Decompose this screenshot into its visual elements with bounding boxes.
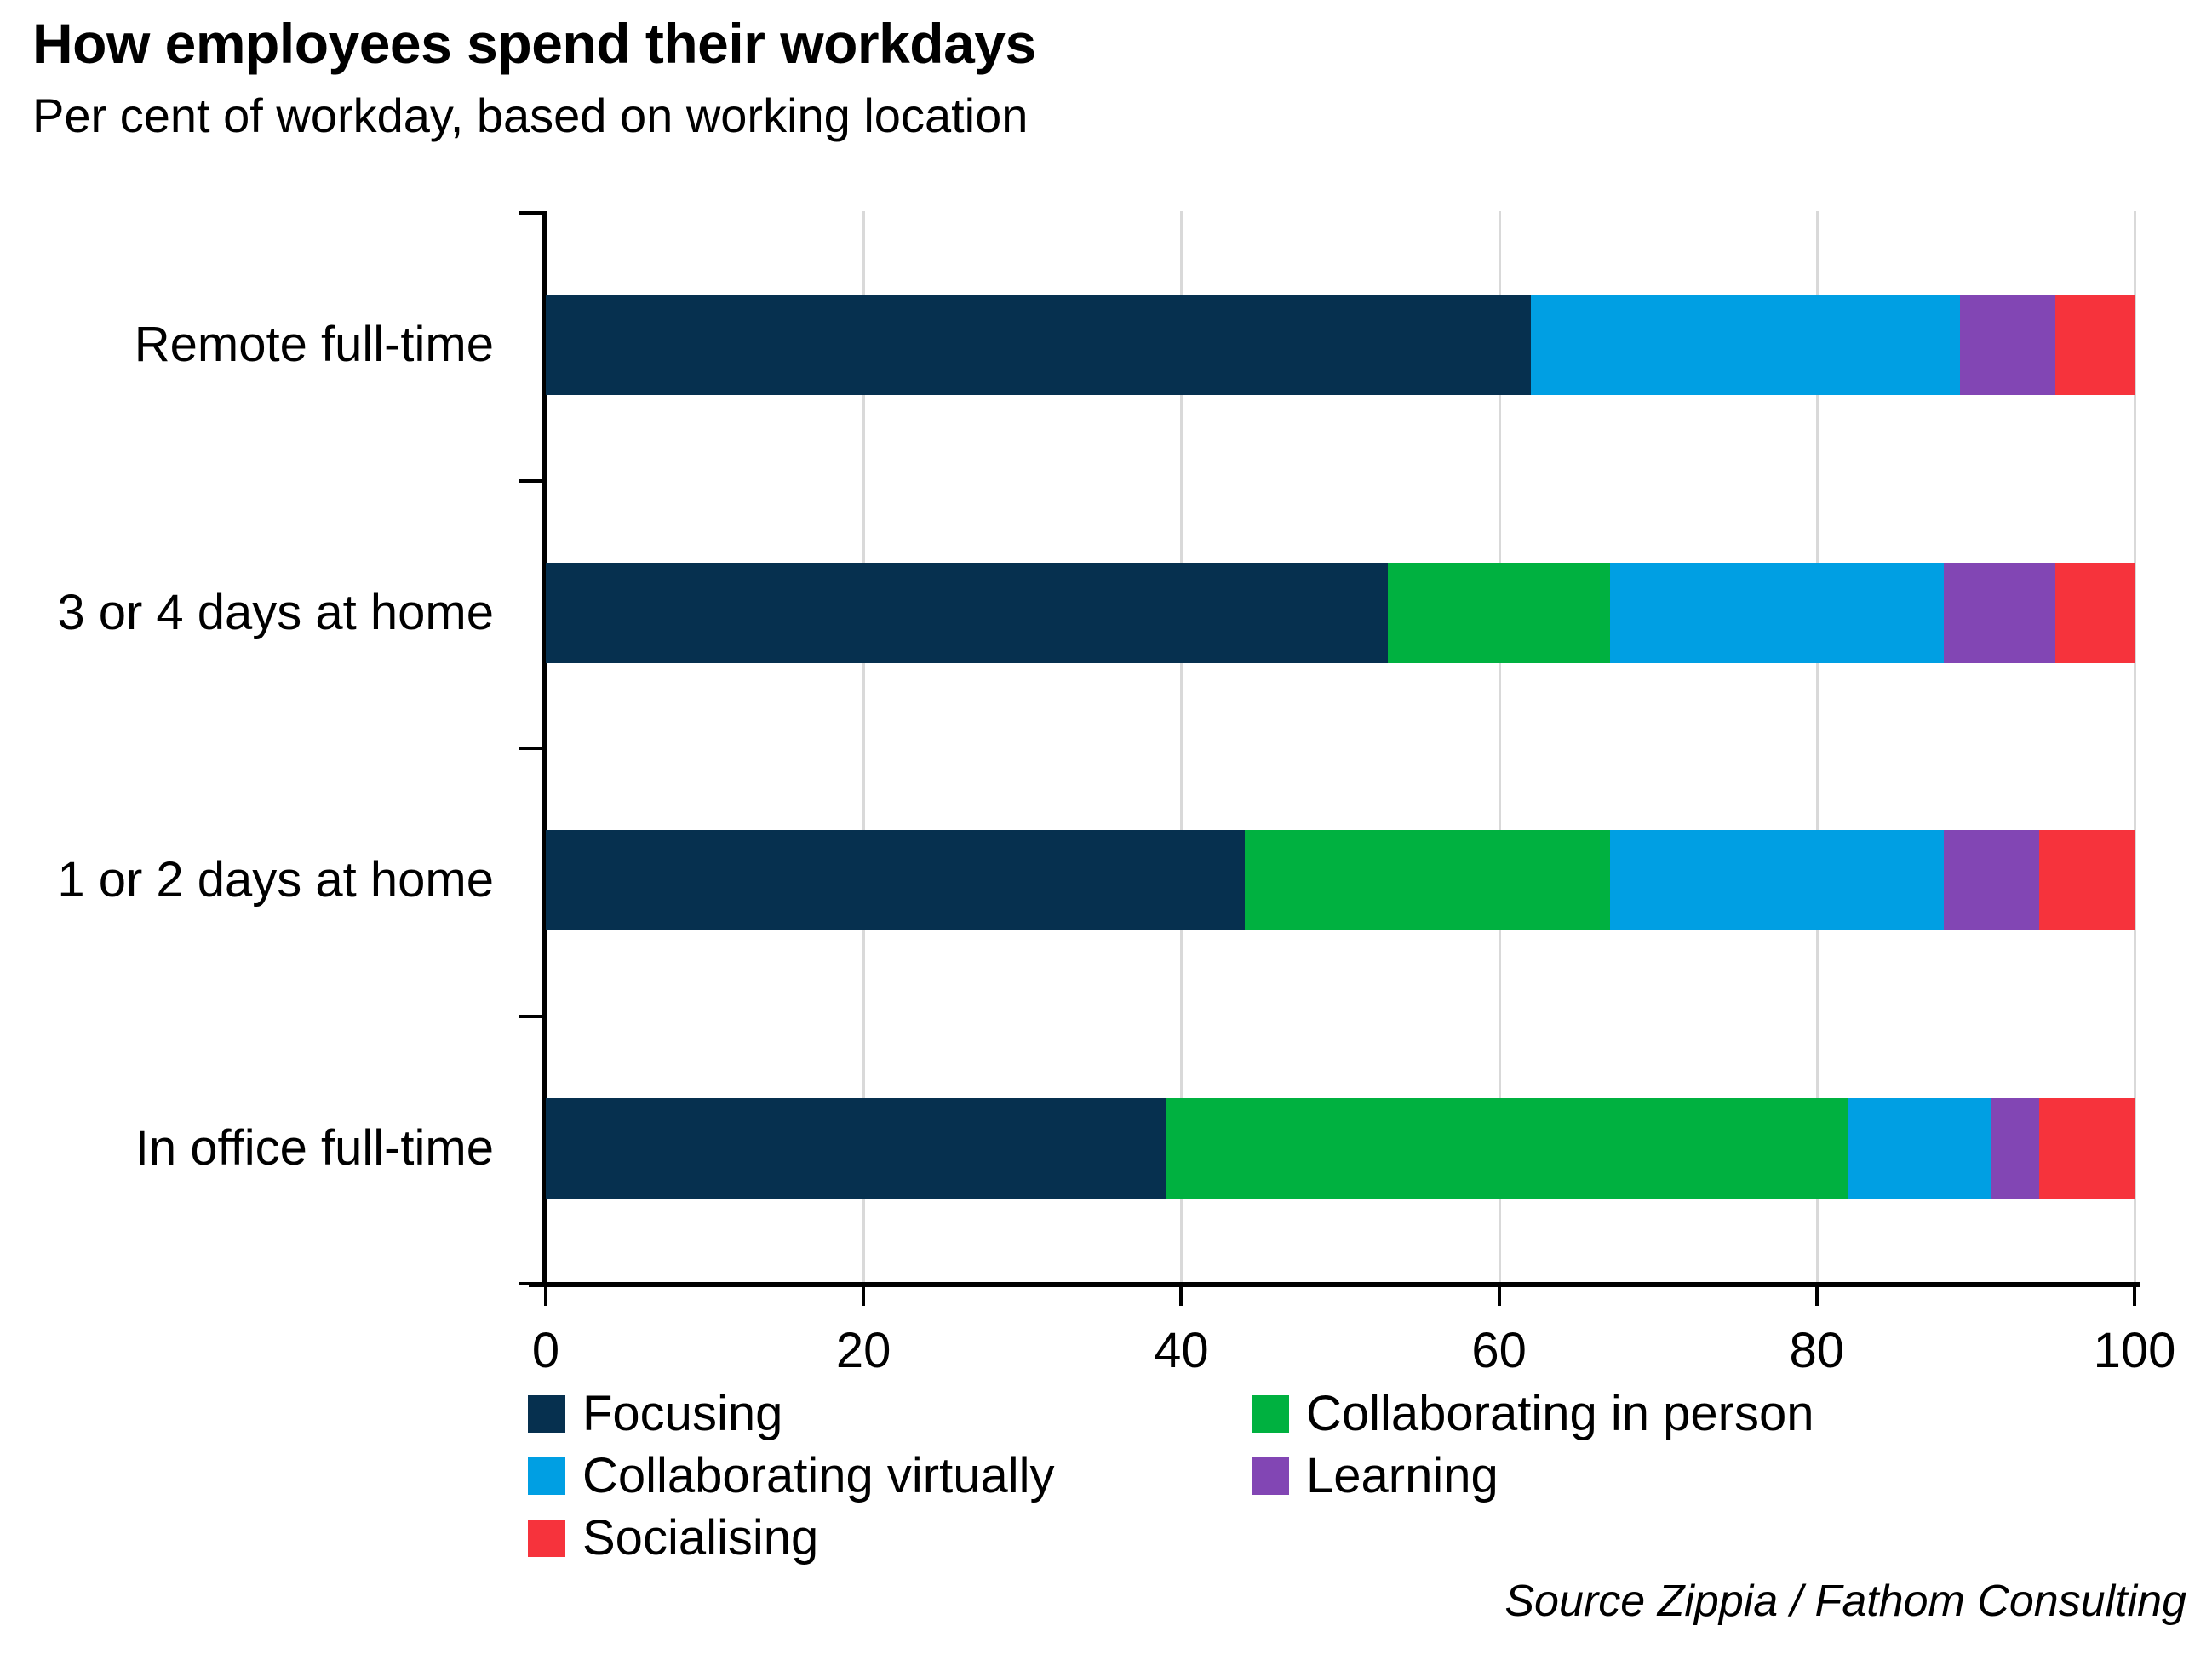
x-axis-tick-label: 100	[2093, 1323, 2176, 1378]
x-axis-tick	[2133, 1282, 2136, 1306]
chart-container: How employees spend their workdays Per c…	[0, 0, 2212, 1660]
legend-item[interactable]: Socialising	[528, 1514, 818, 1563]
legend-label: Socialising	[582, 1510, 819, 1566]
bar-segment[interactable]	[1610, 562, 1945, 663]
legend-row: Socialising	[528, 1514, 1975, 1576]
legend-swatch-icon	[528, 1520, 565, 1557]
bar-segment[interactable]	[1610, 830, 1945, 931]
bar-segment[interactable]	[1944, 562, 2055, 663]
bar-segment[interactable]	[2039, 830, 2135, 931]
x-axis-tick	[1497, 1282, 1501, 1306]
bar-segment[interactable]	[546, 295, 1531, 396]
x-axis-tick	[544, 1282, 547, 1306]
legend-item[interactable]: Collaborating in person	[1252, 1389, 1814, 1439]
legend-swatch-icon	[528, 1457, 565, 1495]
legend-label: Collaborating virtually	[582, 1448, 1055, 1503]
bar-segment[interactable]	[1530, 295, 1960, 396]
y-axis-tick	[519, 211, 542, 215]
legend-swatch-icon	[1252, 1457, 1289, 1495]
y-axis-tick	[519, 747, 542, 750]
plot-area: 0 20 40 60 80 100	[519, 211, 2175, 1376]
bar-segment[interactable]	[546, 1097, 1166, 1199]
x-axis-tick-label: 20	[835, 1323, 891, 1378]
page-title: How employees spend their workdays	[32, 12, 1036, 75]
bar-segment[interactable]	[546, 830, 1246, 931]
legend: Focusing Collaborating in person Collabora…	[528, 1389, 1975, 1576]
x-axis-tick	[1814, 1282, 1819, 1306]
x-axis-tick	[1179, 1282, 1183, 1306]
x-axis-tick-label: 60	[1471, 1323, 1527, 1378]
legend-item[interactable]: Collaborating virtually	[528, 1451, 1054, 1501]
source-note: Source Zippia / Fathom Consulting	[1504, 1577, 2186, 1626]
bar-segment[interactable]	[1245, 830, 1611, 931]
bar-segment[interactable]	[2039, 1097, 2135, 1199]
legend-label: Collaborating in person	[1306, 1386, 1814, 1441]
bar-segment[interactable]	[1959, 295, 2055, 396]
bar-segment[interactable]	[1165, 1097, 1849, 1199]
bar-segment[interactable]	[1387, 562, 1611, 663]
category-label: 3 or 4 days at home	[57, 584, 494, 640]
legend-row: Collaborating virtually Learning	[528, 1451, 1975, 1514]
category-label: In office full-time	[135, 1119, 494, 1176]
x-axis-line	[529, 1282, 2140, 1287]
x-axis-tick-label: 40	[1154, 1323, 1209, 1378]
x-axis-tick-label: 80	[1789, 1323, 1845, 1378]
bar-segment[interactable]	[546, 562, 1388, 663]
legend-row: Focusing Collaborating in person	[528, 1389, 1975, 1451]
category-axis-labels: Remote full-time 3 or 4 days at home 1 or …	[0, 211, 511, 1282]
bar-segment[interactable]	[1944, 830, 2040, 931]
x-axis-tick-label: 0	[531, 1323, 560, 1378]
bar-segment[interactable]	[2054, 562, 2135, 663]
bar-segment[interactable]	[2054, 295, 2135, 396]
legend-label: Learning	[1306, 1448, 1499, 1503]
legend-swatch-icon	[528, 1395, 565, 1433]
legend-label: Focusing	[582, 1386, 783, 1441]
bar-segment[interactable]	[1991, 1097, 2040, 1199]
legend-swatch-icon	[1252, 1395, 1289, 1433]
x-axis-tick	[862, 1282, 866, 1306]
category-label: Remote full-time	[134, 317, 494, 373]
legend-item[interactable]: Learning	[1252, 1451, 1499, 1501]
bar-segment[interactable]	[1848, 1097, 1992, 1199]
page-subtitle: Per cent of workday, based on working lo…	[32, 89, 1029, 142]
legend-item[interactable]: Focusing	[528, 1389, 782, 1439]
y-axis-tick	[519, 1014, 542, 1018]
category-label: 1 or 2 days at home	[57, 852, 494, 908]
y-axis-tick	[519, 478, 542, 483]
y-axis-tick	[519, 1282, 542, 1285]
